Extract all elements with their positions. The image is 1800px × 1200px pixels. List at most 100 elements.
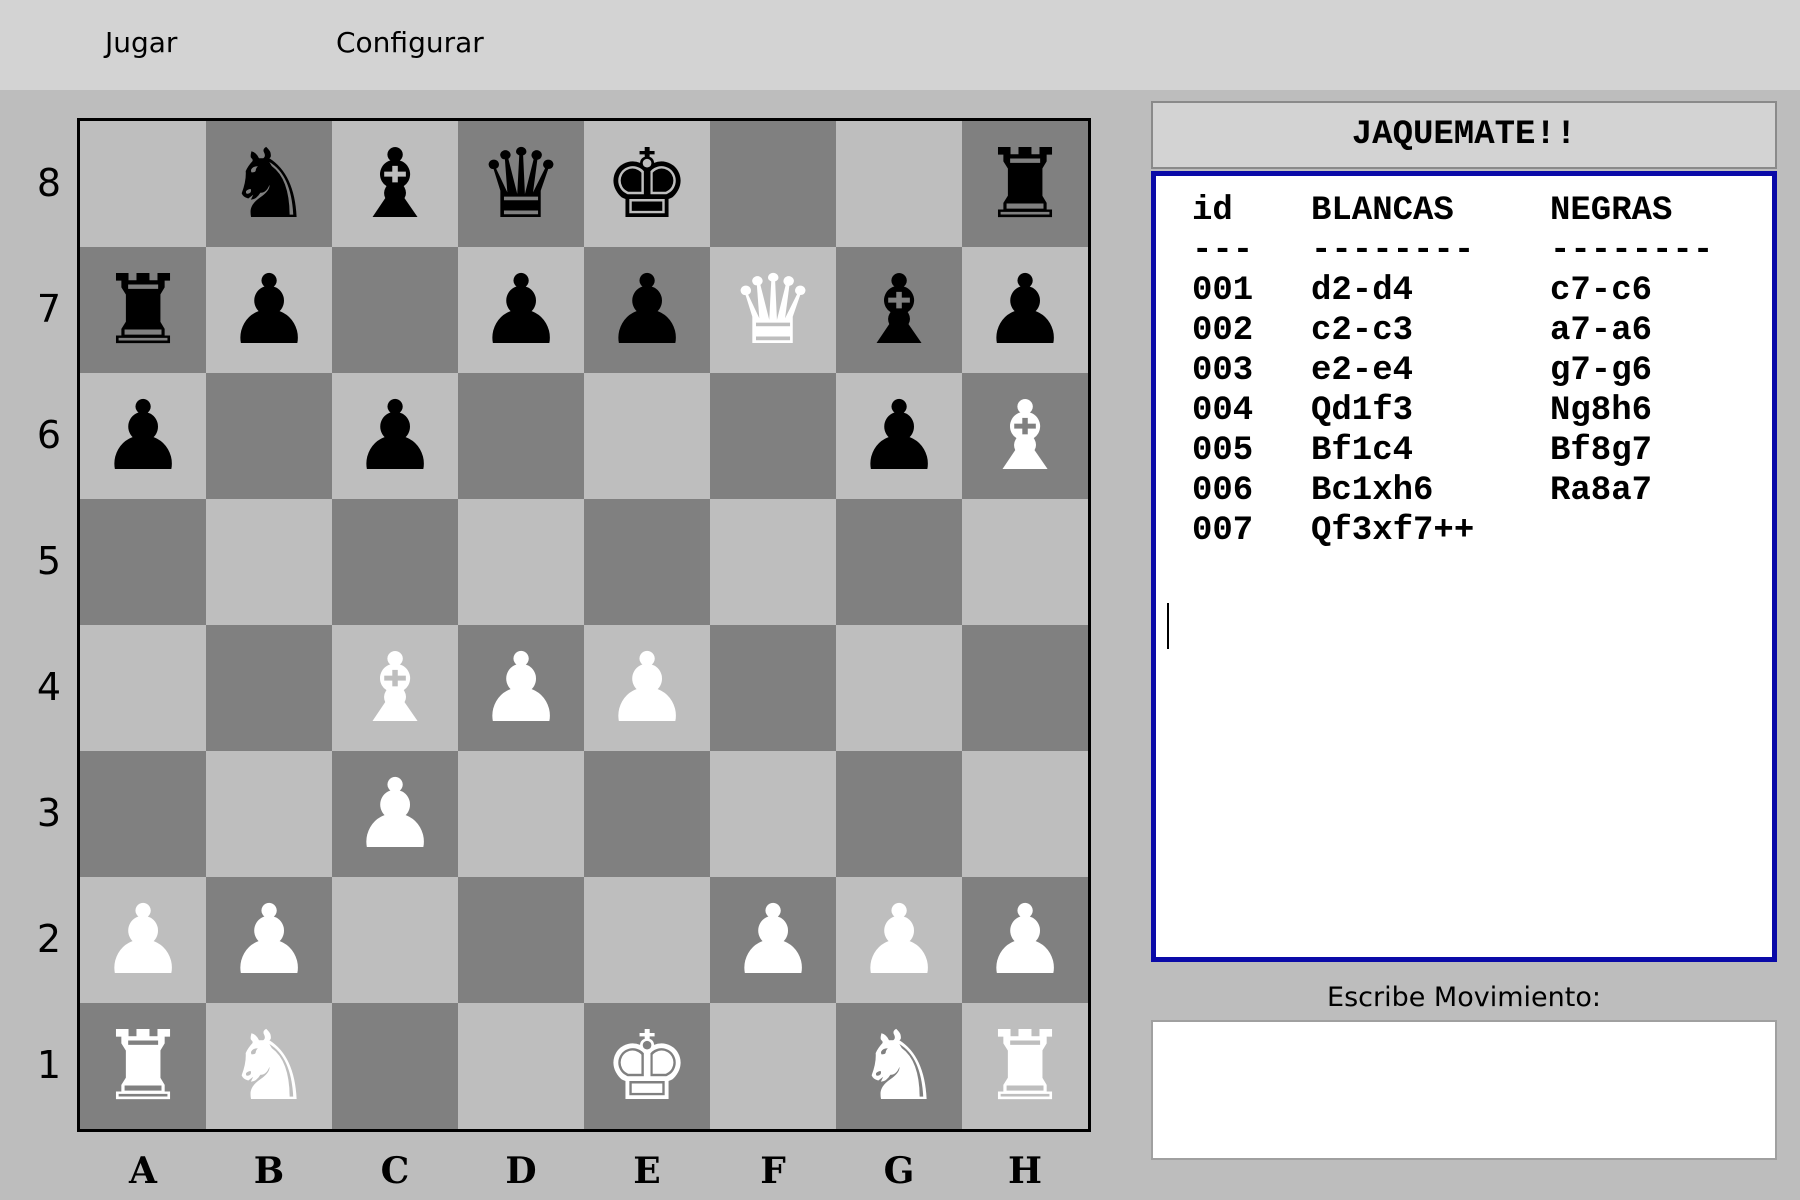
menu-play[interactable]: Jugar — [105, 26, 177, 59]
move-black: Bf8g7 — [1550, 432, 1653, 470]
square-g8[interactable] — [836, 121, 962, 247]
white-pawn-icon[interactable]: ♟ — [604, 640, 690, 736]
white-king-icon[interactable]: ♚ — [604, 1018, 690, 1114]
black-pawn-icon[interactable]: ♟ — [226, 262, 312, 358]
black-queen-icon[interactable]: ♛ — [478, 136, 564, 232]
white-pawn-icon[interactable]: ♟ — [730, 892, 816, 988]
square-c6[interactable]: ♟ — [332, 373, 458, 499]
square-a1[interactable]: ♜ — [80, 1003, 206, 1129]
black-pawn-icon[interactable]: ♟ — [478, 262, 564, 358]
square-a3[interactable] — [80, 751, 206, 877]
square-e1[interactable]: ♚ — [584, 1003, 710, 1129]
white-pawn-icon[interactable]: ♟ — [856, 892, 942, 988]
square-b6[interactable] — [206, 373, 332, 499]
menu-configure[interactable]: Configurar — [336, 26, 484, 59]
square-a4[interactable] — [80, 625, 206, 751]
black-knight-icon[interactable]: ♞ — [226, 136, 312, 232]
move-log[interactable]: id BLANCAS NEGRAS --- -------- -------- … — [1151, 171, 1777, 962]
white-knight-icon[interactable]: ♞ — [226, 1018, 312, 1114]
square-g4[interactable] — [836, 625, 962, 751]
white-pawn-icon[interactable]: ♟ — [226, 892, 312, 988]
square-h1[interactable]: ♜ — [962, 1003, 1088, 1129]
black-pawn-icon[interactable]: ♟ — [604, 262, 690, 358]
square-a2[interactable]: ♟ — [80, 877, 206, 1003]
square-g1[interactable]: ♞ — [836, 1003, 962, 1129]
square-e4[interactable]: ♟ — [584, 625, 710, 751]
square-b7[interactable]: ♟ — [206, 247, 332, 373]
white-pawn-icon[interactable]: ♟ — [982, 892, 1068, 988]
square-c3[interactable]: ♟ — [332, 751, 458, 877]
square-c1[interactable] — [332, 1003, 458, 1129]
square-c8[interactable]: ♝ — [332, 121, 458, 247]
square-f6[interactable] — [710, 373, 836, 499]
square-e3[interactable] — [584, 751, 710, 877]
square-e6[interactable] — [584, 373, 710, 499]
square-f5[interactable] — [710, 499, 836, 625]
square-c7[interactable] — [332, 247, 458, 373]
square-f1[interactable] — [710, 1003, 836, 1129]
square-h2[interactable]: ♟ — [962, 877, 1088, 1003]
white-bishop-icon[interactable]: ♝ — [352, 640, 438, 736]
square-d3[interactable] — [458, 751, 584, 877]
black-rook-icon[interactable]: ♜ — [982, 136, 1068, 232]
black-rook-icon[interactable]: ♜ — [100, 262, 186, 358]
black-pawn-icon[interactable]: ♟ — [100, 388, 186, 484]
square-b8[interactable]: ♞ — [206, 121, 332, 247]
square-a5[interactable] — [80, 499, 206, 625]
square-a6[interactable]: ♟ — [80, 373, 206, 499]
white-pawn-icon[interactable]: ♟ — [352, 766, 438, 862]
square-d6[interactable] — [458, 373, 584, 499]
square-g3[interactable] — [836, 751, 962, 877]
square-d7[interactable]: ♟ — [458, 247, 584, 373]
square-b3[interactable] — [206, 751, 332, 877]
square-g2[interactable]: ♟ — [836, 877, 962, 1003]
square-h3[interactable] — [962, 751, 1088, 877]
black-pawn-icon[interactable]: ♟ — [982, 262, 1068, 358]
square-d1[interactable] — [458, 1003, 584, 1129]
white-rook-icon[interactable]: ♜ — [100, 1018, 186, 1114]
white-rook-icon[interactable]: ♜ — [982, 1018, 1068, 1114]
square-d5[interactable] — [458, 499, 584, 625]
square-a7[interactable]: ♜ — [80, 247, 206, 373]
square-d8[interactable]: ♛ — [458, 121, 584, 247]
black-king-icon[interactable]: ♚ — [604, 136, 690, 232]
black-bishop-icon[interactable]: ♝ — [856, 262, 942, 358]
black-bishop-icon[interactable]: ♝ — [352, 136, 438, 232]
square-e8[interactable]: ♚ — [584, 121, 710, 247]
square-e2[interactable] — [584, 877, 710, 1003]
white-pawn-icon[interactable]: ♟ — [478, 640, 564, 736]
square-b4[interactable] — [206, 625, 332, 751]
square-g5[interactable] — [836, 499, 962, 625]
square-e5[interactable] — [584, 499, 710, 625]
square-b2[interactable]: ♟ — [206, 877, 332, 1003]
square-f8[interactable] — [710, 121, 836, 247]
black-pawn-icon[interactable]: ♟ — [856, 388, 942, 484]
white-pawn-icon[interactable]: ♟ — [100, 892, 186, 988]
square-f7[interactable]: ♛ — [710, 247, 836, 373]
square-g6[interactable]: ♟ — [836, 373, 962, 499]
square-h5[interactable] — [962, 499, 1088, 625]
square-d2[interactable] — [458, 877, 584, 1003]
square-h6[interactable]: ♝ — [962, 373, 1088, 499]
chess-board[interactable]: ♞ ♝ ♛ ♚ ♜ ♜ ♟ ♟ ♟ ♛ ♝ ♟ ♟ ♟ ♟ ♝ ♝ ♟ ♟ ♟ ♟ ♟ ♟ ♟ ♟ ♜ ♞ ♚ ♞ ♜ — [77, 118, 1091, 1132]
square-c5[interactable] — [332, 499, 458, 625]
white-queen-icon[interactable]: ♛ — [730, 262, 816, 358]
square-b1[interactable]: ♞ — [206, 1003, 332, 1129]
move-input[interactable] — [1151, 1020, 1777, 1160]
white-bishop-icon[interactable]: ♝ — [982, 388, 1068, 484]
square-c2[interactable] — [332, 877, 458, 1003]
white-knight-icon[interactable]: ♞ — [856, 1018, 942, 1114]
square-c4[interactable]: ♝ — [332, 625, 458, 751]
square-g7[interactable]: ♝ — [836, 247, 962, 373]
black-pawn-icon[interactable]: ♟ — [352, 388, 438, 484]
square-h8[interactable]: ♜ — [962, 121, 1088, 247]
square-f4[interactable] — [710, 625, 836, 751]
square-a8[interactable] — [80, 121, 206, 247]
square-h7[interactable]: ♟ — [962, 247, 1088, 373]
square-f2[interactable]: ♟ — [710, 877, 836, 1003]
square-h4[interactable] — [962, 625, 1088, 751]
square-b5[interactable] — [206, 499, 332, 625]
square-f3[interactable] — [710, 751, 836, 877]
square-d4[interactable]: ♟ — [458, 625, 584, 751]
square-e7[interactable]: ♟ — [584, 247, 710, 373]
